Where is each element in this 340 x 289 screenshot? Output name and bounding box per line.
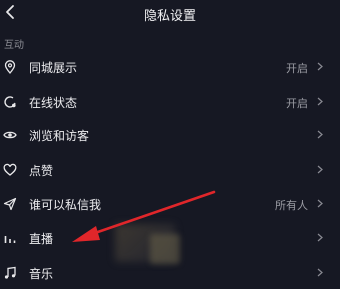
red-arrow-annotation bbox=[72, 190, 216, 242]
